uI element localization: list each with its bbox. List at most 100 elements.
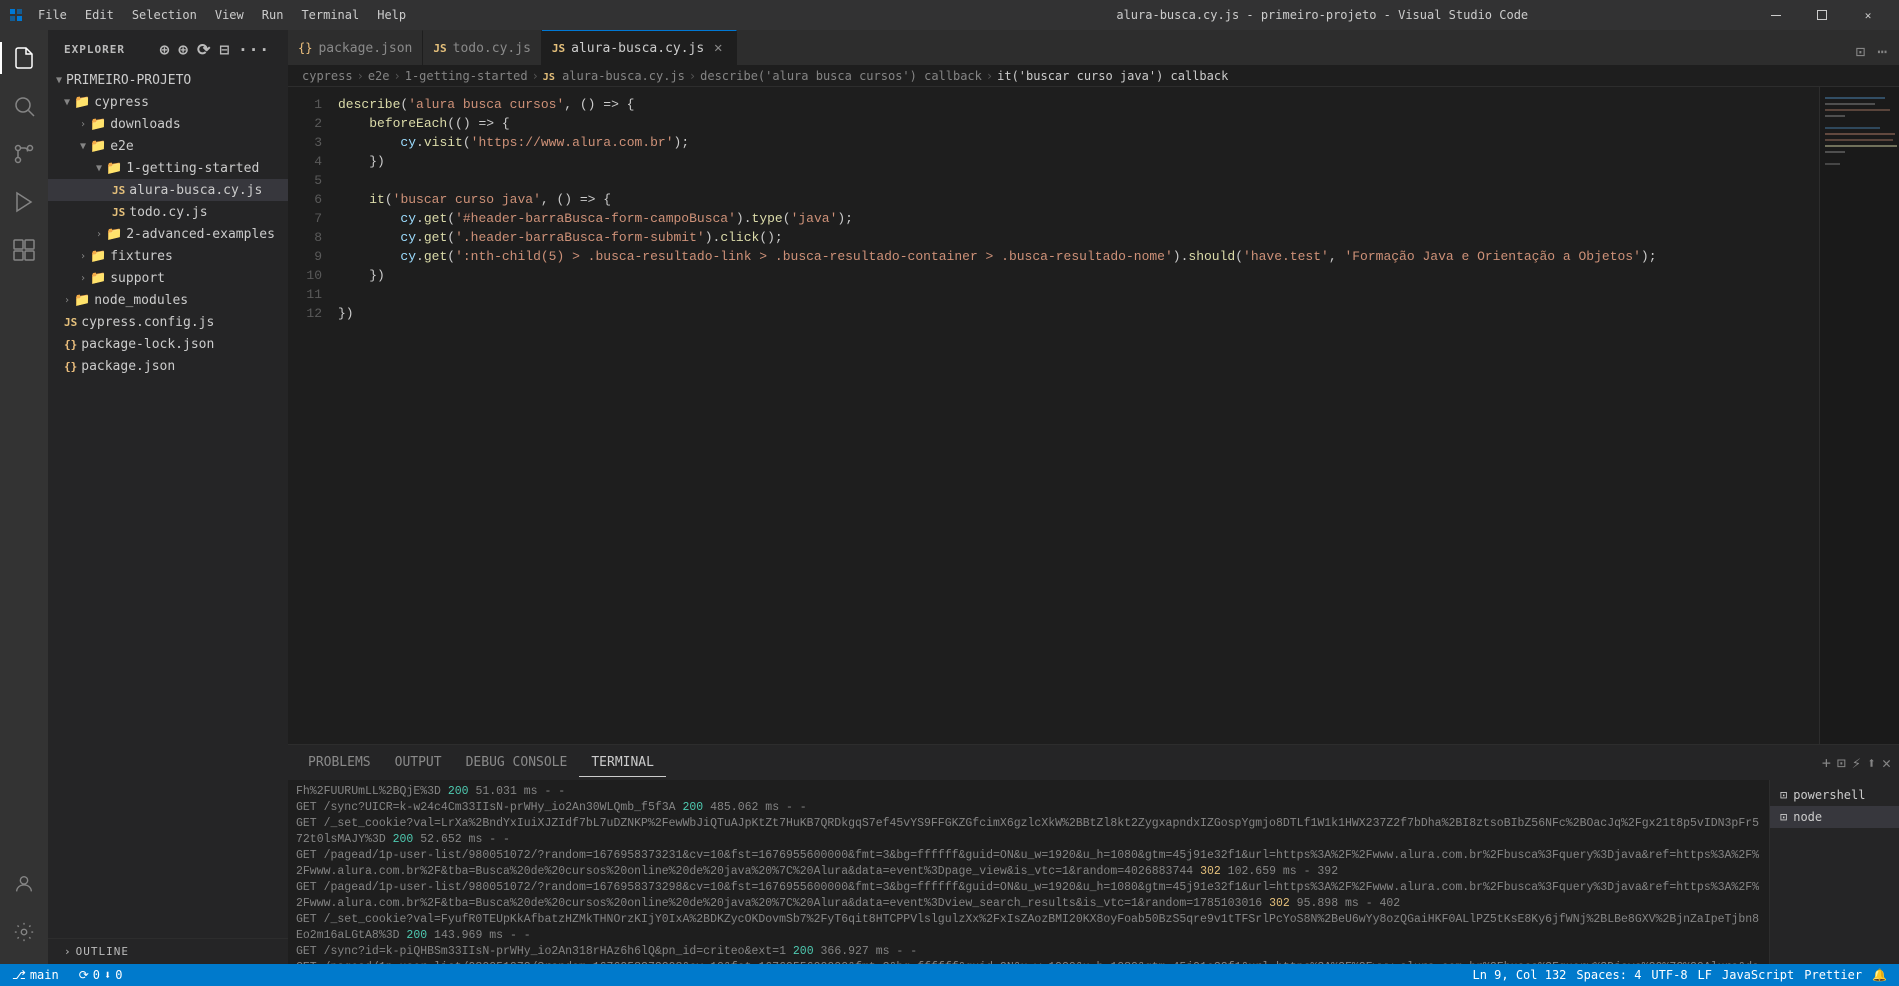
label-alura-busca: alura-busca.cy.js bbox=[129, 183, 262, 198]
tab-label-package-json: package.json bbox=[318, 41, 412, 56]
tree-item-support[interactable]: › 📁 support bbox=[48, 267, 288, 289]
status-spaces[interactable]: Spaces: 4 bbox=[1572, 968, 1645, 982]
label-downloads: downloads bbox=[110, 117, 180, 132]
run-debug-activity-icon[interactable] bbox=[0, 178, 48, 226]
menu-file[interactable]: File bbox=[30, 6, 75, 24]
language-label: JavaScript bbox=[1722, 968, 1794, 982]
folder-icon-2-advanced: 📁 bbox=[106, 227, 122, 242]
crumb-1-getting-started[interactable]: 1-getting-started bbox=[405, 69, 528, 83]
close-button[interactable]: ✕ bbox=[1845, 0, 1891, 30]
tree-item-e2e[interactable]: ▼ 📁 e2e bbox=[48, 135, 288, 157]
tree-item-package-json[interactable]: {} package.json bbox=[48, 355, 288, 377]
folder-icon-support: 📁 bbox=[90, 271, 106, 286]
tree-item-downloads[interactable]: › 📁 downloads bbox=[48, 113, 288, 135]
status-bell[interactable]: 🔔 bbox=[1868, 968, 1891, 982]
status-ln-col[interactable]: Ln 9, Col 132 bbox=[1468, 968, 1570, 982]
menu-selection[interactable]: Selection bbox=[124, 6, 205, 24]
sidebar-header: EXPLORER ⊕ ⊕ ⟳ ⊟ ··· bbox=[48, 30, 288, 69]
more-tabs-icon[interactable]: ⋯ bbox=[1873, 38, 1891, 65]
window-controls: ✕ bbox=[1753, 0, 1891, 30]
activity-bar-bottom bbox=[0, 860, 48, 964]
tree-item-node-modules[interactable]: › 📁 node_modules bbox=[48, 289, 288, 311]
source-control-activity-icon[interactable] bbox=[0, 130, 48, 178]
tab-debug-console[interactable]: DEBUG CONSOLE bbox=[454, 749, 580, 777]
explorer-activity-icon[interactable] bbox=[0, 34, 48, 82]
status-encoding[interactable]: UTF-8 bbox=[1647, 968, 1691, 982]
activity-bar bbox=[0, 30, 48, 964]
menu-run[interactable]: Run bbox=[254, 6, 292, 24]
tab-close-alura[interactable]: ✕ bbox=[710, 40, 726, 56]
tab-terminal[interactable]: TERMINAL bbox=[579, 749, 666, 777]
status-sync[interactable]: ⟳ 0 ⬇ 0 bbox=[75, 968, 127, 982]
tree-item-alura-busca[interactable]: JS alura-busca.cy.js bbox=[48, 179, 288, 201]
tree-item-package-lock[interactable]: {} package-lock.json bbox=[48, 333, 288, 355]
tab-package-json[interactable]: {} package.json bbox=[288, 30, 423, 65]
menu-edit[interactable]: Edit bbox=[77, 6, 122, 24]
editor-area: {} package.json JS todo.cy.js JS alura-b… bbox=[288, 30, 1899, 964]
outline-label: OUTLINE bbox=[76, 945, 129, 958]
terminal-entry-powershell[interactable]: ⊡ powershell bbox=[1770, 784, 1899, 806]
tab-alura-busca[interactable]: JS alura-busca.cy.js ✕ bbox=[542, 30, 737, 65]
tree-item-fixtures[interactable]: › 📁 fixtures bbox=[48, 245, 288, 267]
json-file-icon-lock: {} bbox=[64, 338, 77, 351]
menu-help[interactable]: Help bbox=[369, 6, 414, 24]
crumb-describe[interactable]: describe('alura busca cursos') callback bbox=[700, 69, 982, 83]
terminal-entry-node[interactable]: ⊡ node bbox=[1770, 806, 1899, 828]
add-terminal-icon[interactable]: + bbox=[1822, 754, 1831, 772]
settings-activity-icon[interactable] bbox=[0, 908, 48, 956]
minimize-button[interactable] bbox=[1753, 0, 1799, 30]
tree-project-root[interactable]: ▼ PRIMEIRO-PROJETO bbox=[48, 69, 288, 91]
terminal-content[interactable]: Fh%2FUURUmLL%2BQjE%3D 200 51.031 ms - - … bbox=[288, 780, 1769, 964]
tree-item-2-advanced-examples[interactable]: › 📁 2-advanced-examples bbox=[48, 223, 288, 245]
menu-view[interactable]: View bbox=[207, 6, 252, 24]
terminal-node-icon: ⊡ bbox=[1780, 810, 1787, 824]
code-line-9: 9 cy.get(':nth-child(5) > .busca-resulta… bbox=[288, 247, 1819, 266]
extensions-activity-icon[interactable] bbox=[0, 226, 48, 274]
crumb-e2e[interactable]: e2e bbox=[368, 69, 390, 83]
crumb-cypress[interactable]: cypress bbox=[302, 69, 353, 83]
refresh-icon[interactable]: ⟳ bbox=[195, 38, 213, 61]
file-tree: ▼ PRIMEIRO-PROJETO ▼ 📁 cypress › 📁 downl… bbox=[48, 69, 288, 938]
status-eol[interactable]: LF bbox=[1694, 968, 1716, 982]
status-language[interactable]: JavaScript bbox=[1718, 968, 1798, 982]
tree-item-1-getting-started[interactable]: ▼ 📁 1-getting-started bbox=[48, 157, 288, 179]
terminal-powershell-label: powershell bbox=[1793, 788, 1865, 802]
tree-item-cypress-config[interactable]: JS cypress.config.js bbox=[48, 311, 288, 333]
close-panel-icon[interactable]: ✕ bbox=[1882, 754, 1891, 772]
terminal-line-7: GET /sync?id=k-piQHBSm33IIsN-prWHy_io2An… bbox=[296, 944, 1761, 960]
new-folder-icon[interactable]: ⊕ bbox=[176, 38, 191, 61]
code-line-11: 11 bbox=[288, 285, 1819, 304]
tab-output[interactable]: OUTPUT bbox=[383, 749, 454, 777]
tab-icon-alura: JS bbox=[552, 42, 565, 55]
tree-item-todo[interactable]: JS todo.cy.js bbox=[48, 201, 288, 223]
sidebar: EXPLORER ⊕ ⊕ ⟳ ⊟ ··· ▼ PRIMEIRO-PROJETO … bbox=[48, 30, 288, 964]
crumb-file[interactable]: JS alura-busca.cy.js bbox=[543, 69, 685, 83]
collapse-icon[interactable]: ⊟ bbox=[217, 38, 232, 61]
split-editor-icon[interactable]: ⊡ bbox=[1852, 38, 1870, 65]
tab-icon-todo: JS bbox=[433, 42, 446, 55]
search-activity-icon[interactable] bbox=[0, 82, 48, 130]
tree-item-cypress[interactable]: ▼ 📁 cypress bbox=[48, 91, 288, 113]
js-file-icon-todo: JS bbox=[112, 206, 125, 219]
code-editor[interactable]: 1 describe('alura busca cursos', () => {… bbox=[288, 87, 1819, 744]
eol-label: LF bbox=[1698, 968, 1712, 982]
branch-label: main bbox=[30, 968, 59, 982]
status-branch[interactable]: ⎇ main bbox=[8, 968, 63, 982]
menu-terminal[interactable]: Terminal bbox=[293, 6, 367, 24]
tab-todo-cy-js[interactable]: JS todo.cy.js bbox=[423, 30, 542, 65]
label-node-modules: node_modules bbox=[94, 293, 188, 308]
status-prettier[interactable]: Prettier bbox=[1800, 968, 1866, 982]
more-options-icon[interactable]: ··· bbox=[236, 38, 272, 61]
crumb-it[interactable]: it('buscar curso java') callback bbox=[997, 69, 1228, 83]
kill-terminal-icon[interactable]: ⚡ bbox=[1852, 754, 1861, 772]
maximize-panel-icon[interactable]: ⬆ bbox=[1867, 754, 1876, 772]
tab-problems[interactable]: PROBLEMS bbox=[296, 749, 383, 777]
folder-icon-e2e: 📁 bbox=[90, 139, 106, 154]
outline-section[interactable]: › OUTLINE bbox=[48, 938, 288, 964]
split-terminal-icon[interactable]: ⊡ bbox=[1837, 754, 1846, 772]
label-cypress: cypress bbox=[94, 95, 149, 110]
account-activity-icon[interactable] bbox=[0, 860, 48, 908]
new-file-icon[interactable]: ⊕ bbox=[158, 38, 173, 61]
terminal-sidebar: ⊡ powershell ⊡ node bbox=[1769, 780, 1899, 964]
maximize-button[interactable] bbox=[1799, 0, 1845, 30]
